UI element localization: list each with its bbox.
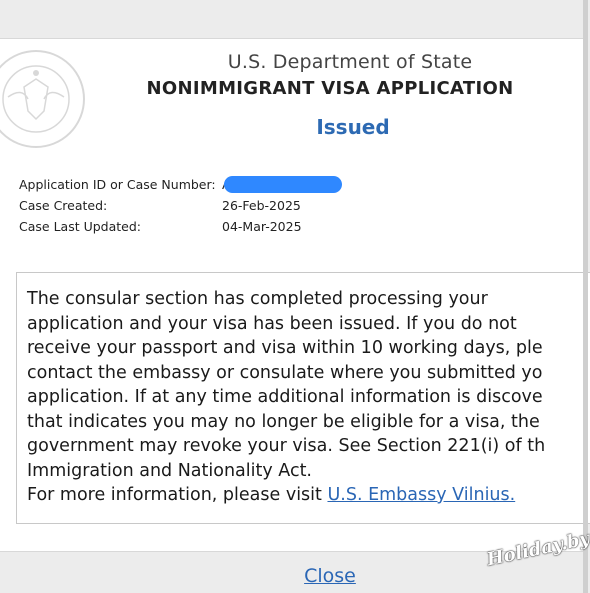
top-bar: [0, 0, 590, 38]
message-line: receive your passport and visa within 10…: [27, 338, 543, 358]
close-link[interactable]: Close: [280, 565, 380, 587]
more-info-text: For more information, please visit: [27, 485, 328, 505]
application-panel: U.S. Department of State NONIMMIGRANT VI…: [0, 38, 590, 552]
case-created-label: Case Created:: [19, 198, 108, 213]
status-message-box: The consular section has completed proce…: [16, 272, 590, 524]
case-updated-row: Case Last Updated: 04-Mar-2025: [19, 219, 479, 240]
case-info: Application ID or Case Number: A Case Cr…: [19, 176, 479, 240]
page-title: NONIMMIGRANT VISA APPLICATION: [146, 78, 514, 99]
message-line: application. If at any time additional i…: [27, 387, 543, 407]
case-created-value: 26-Feb-2025: [222, 198, 301, 213]
department-name: U.S. Department of State: [227, 51, 473, 73]
status-label: Issued: [316, 115, 390, 139]
case-id-label: Application ID or Case Number:: [19, 177, 216, 192]
department-seal-icon: [0, 47, 88, 151]
scrollbar[interactable]: [583, 0, 588, 593]
case-id-row: Application ID or Case Number: A: [19, 176, 479, 198]
case-updated-label: Case Last Updated:: [19, 219, 141, 234]
message-line: government may revoke your visa. See Sec…: [27, 436, 546, 456]
status-message: The consular section has completed proce…: [27, 287, 590, 508]
message-line: Immigration and Nationality Act.: [27, 460, 312, 481]
case-created-row: Case Created: 26-Feb-2025: [19, 198, 479, 219]
redaction-mark: [224, 176, 342, 193]
more-info-line: For more information, please visit U.S. …: [27, 483, 590, 508]
message-line: application and your visa has been issue…: [27, 313, 517, 334]
message-line: contact the embassy or consulate where y…: [27, 362, 543, 383]
message-line: The consular section has completed proce…: [27, 289, 488, 309]
embassy-link[interactable]: U.S. Embassy Vilnius.: [327, 485, 515, 505]
case-updated-value: 04-Mar-2025: [222, 219, 302, 234]
message-line: that indicates you may no longer be elig…: [27, 411, 540, 432]
